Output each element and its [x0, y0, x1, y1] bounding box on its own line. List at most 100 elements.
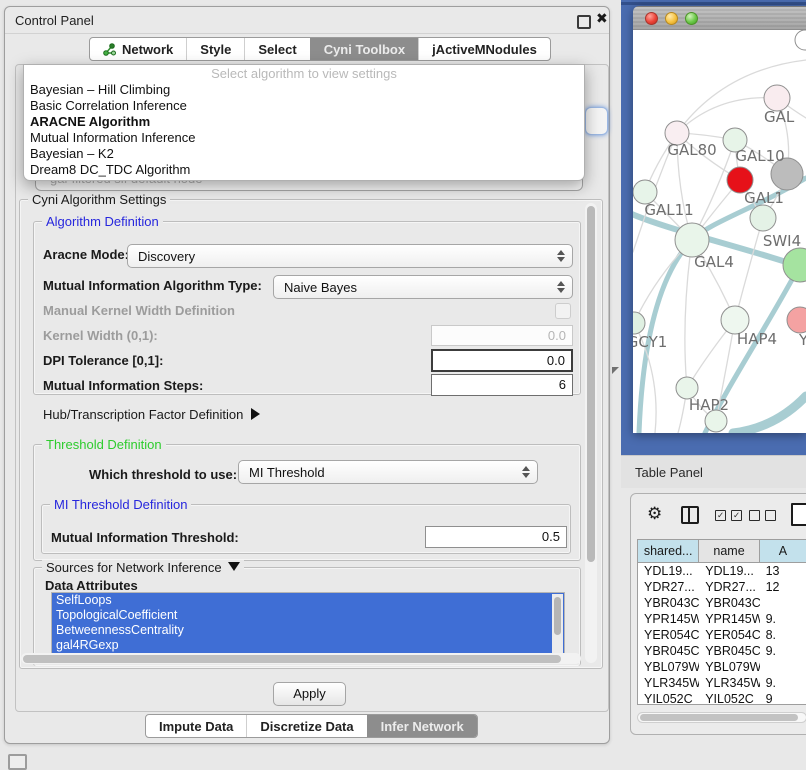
table-row[interactable]: YIL052CYIL052C9	[638, 691, 806, 703]
table-column-header[interactable]: name	[699, 540, 760, 562]
table-cell[interactable]: 9	[760, 691, 806, 703]
table-cell[interactable]: YPR145W	[638, 611, 699, 627]
table-cell[interactable]	[760, 595, 806, 611]
network-edge	[733, 396, 806, 433]
select-all-columns-icon[interactable]: ✓✓	[715, 510, 742, 521]
control-panel-titlebar[interactable]: Control Panel ✖	[5, 7, 609, 34]
table-cell[interactable]: 8.	[760, 627, 806, 643]
table-cell[interactable]: 9.	[760, 675, 806, 691]
aracne-mode-select[interactable]: Discovery	[127, 244, 573, 268]
table-cell[interactable]: YDL19...	[699, 563, 759, 579]
settings-horizontal-scrollbar[interactable]	[21, 653, 581, 664]
table-cell[interactable]: YLR345W	[699, 675, 759, 691]
table-cell[interactable]: YBR045C	[638, 643, 699, 659]
data-attribute-item[interactable]: gal4RGexp	[52, 638, 564, 653]
algorithm-option[interactable]: ARACNE Algorithm	[24, 114, 584, 130]
dpi-tolerance-field[interactable]: 0.0	[431, 349, 573, 372]
tab-style[interactable]: Style	[186, 38, 244, 60]
deselect-all-columns-icon[interactable]	[749, 510, 776, 521]
table-panel-titlebar[interactable]: Table Panel	[621, 455, 806, 488]
data-attribute-item[interactable]: TopologicalCoefficient	[52, 608, 564, 623]
tab-impute-data[interactable]: Impute Data	[146, 715, 246, 737]
table-cell[interactable]: YLR345W	[638, 675, 699, 691]
table-cell[interactable]: YER054C	[699, 627, 759, 643]
table-row[interactable]: YDR27...YDR27...12	[638, 579, 806, 595]
hub-factor-expander[interactable]: Hub/Transcription Factor Definition	[43, 407, 260, 422]
tab-select[interactable]: Select	[244, 38, 309, 60]
table-row[interactable]: YBR045CYBR045C9.	[638, 643, 806, 659]
tab-network[interactable]: Network	[90, 38, 186, 60]
table-column-header[interactable]: A	[760, 540, 806, 562]
tab-infer-network[interactable]: Infer Network	[367, 715, 477, 737]
network-node[interactable]	[675, 223, 709, 257]
algorithm-option[interactable]: Basic Correlation Inference	[24, 98, 584, 114]
table-cell[interactable]: 9.	[760, 611, 806, 627]
table-cell[interactable]: YIL052C	[699, 691, 759, 703]
tab-jactivemnodules[interactable]: jActiveMNodules	[418, 38, 550, 60]
export-table-icon[interactable]	[791, 503, 806, 526]
close-traffic-light-icon[interactable]	[645, 12, 658, 25]
kernel-width-field[interactable]: 0.0	[431, 325, 573, 346]
table-cell[interactable]: 9.	[760, 643, 806, 659]
algorithm-combobox-partial[interactable]	[585, 107, 608, 135]
table-row[interactable]: YDL19...YDL19...13	[638, 563, 806, 579]
table-cell[interactable]: YIL052C	[638, 691, 699, 703]
table-horizontal-scrollbar-thumb[interactable]	[640, 714, 798, 721]
table-row[interactable]: YBL079WYBL079W	[638, 659, 806, 675]
table-cell[interactable]: YBL079W	[699, 659, 759, 675]
table-cell[interactable]: YBR045C	[699, 643, 759, 659]
tab-infer-network-label: Infer Network	[381, 719, 464, 734]
mi-algorithm-type-select[interactable]: Naive Bayes	[273, 275, 573, 299]
table-cell[interactable]: YBR043C	[638, 595, 699, 611]
network-window-titlebar[interactable]	[633, 6, 806, 30]
tab-cyni-toolbox[interactable]: Cyni Toolbox	[310, 38, 418, 60]
manual-kernel-width-checkbox[interactable]	[555, 303, 571, 319]
zoom-traffic-light-icon[interactable]	[685, 12, 698, 25]
gear-icon[interactable]: ⚙	[647, 505, 662, 522]
which-threshold-select[interactable]: MI Threshold	[238, 460, 538, 484]
attributes-list-scrollbar[interactable]	[552, 594, 563, 654]
table-cell[interactable]: YDR27...	[699, 579, 759, 595]
close-panel-icon[interactable]: ✖	[596, 10, 608, 27]
algorithm-option[interactable]: Mutual Information Inference	[24, 130, 584, 146]
sources-group-title: Sources for Network Inference	[42, 560, 244, 575]
table-cell[interactable]: YER054C	[638, 627, 699, 643]
settings-vertical-scrollbar-thumb[interactable]	[587, 206, 595, 562]
minimized-panel-icon[interactable]	[8, 754, 27, 770]
tab-discretize-data[interactable]: Discretize Data	[246, 715, 366, 737]
table-row[interactable]: YLR345WYLR345W9.	[638, 675, 806, 691]
table-column-header[interactable]: shared...	[638, 540, 699, 562]
data-attribute-item[interactable]: BetweennessCentrality	[52, 623, 564, 638]
algorithm-option[interactable]: Dream8 DC_TDC Algorithm	[24, 162, 584, 178]
network-node[interactable]	[783, 248, 806, 282]
settings-vertical-scrollbar[interactable]	[585, 203, 597, 663]
table-horizontal-scrollbar[interactable]	[637, 712, 806, 723]
settings-horizontal-scrollbar-thumb[interactable]	[23, 655, 561, 663]
table-row[interactable]: YPR145WYPR145W9.	[638, 611, 806, 627]
network-node[interactable]	[633, 312, 645, 334]
network-canvas[interactable]: GALGAL80GAL10GAL1GAL11SWI4GAL4GCY1HAP4YH…	[633, 30, 806, 433]
table-cell[interactable]: YPR145W	[699, 611, 759, 627]
apply-button[interactable]: Apply	[273, 682, 346, 706]
data-attribute-item[interactable]: SelfLoops	[52, 593, 564, 608]
table-row[interactable]: YBR043CYBR043C	[638, 595, 806, 611]
minimize-traffic-light-icon[interactable]	[665, 12, 678, 25]
table-cell[interactable]: YBR043C	[699, 595, 759, 611]
columns-icon[interactable]	[681, 506, 699, 524]
table-cell[interactable]: YBL079W	[638, 659, 699, 675]
table-cell[interactable]: YDL19...	[638, 563, 699, 579]
table-cell[interactable]: 13	[760, 563, 806, 579]
algorithm-option[interactable]: Bayesian – K2	[24, 146, 584, 162]
table-cell[interactable]: 12	[760, 579, 806, 595]
algorithm-option[interactable]: Bayesian – Hill Climbing	[24, 82, 584, 98]
network-node[interactable]	[787, 307, 806, 333]
network-node[interactable]	[795, 30, 806, 50]
table-row[interactable]: YER054CYER054C8.	[638, 627, 806, 643]
mi-steps-field[interactable]: 6	[431, 374, 573, 396]
table-cell[interactable]	[760, 659, 806, 675]
mi-threshold-field[interactable]: 0.5	[425, 526, 567, 548]
table-cell[interactable]: YDR27...	[638, 579, 699, 595]
attributes-list-scrollbar-thumb[interactable]	[554, 597, 561, 635]
network-node[interactable]	[750, 205, 776, 231]
float-panel-icon[interactable]	[577, 15, 591, 29]
